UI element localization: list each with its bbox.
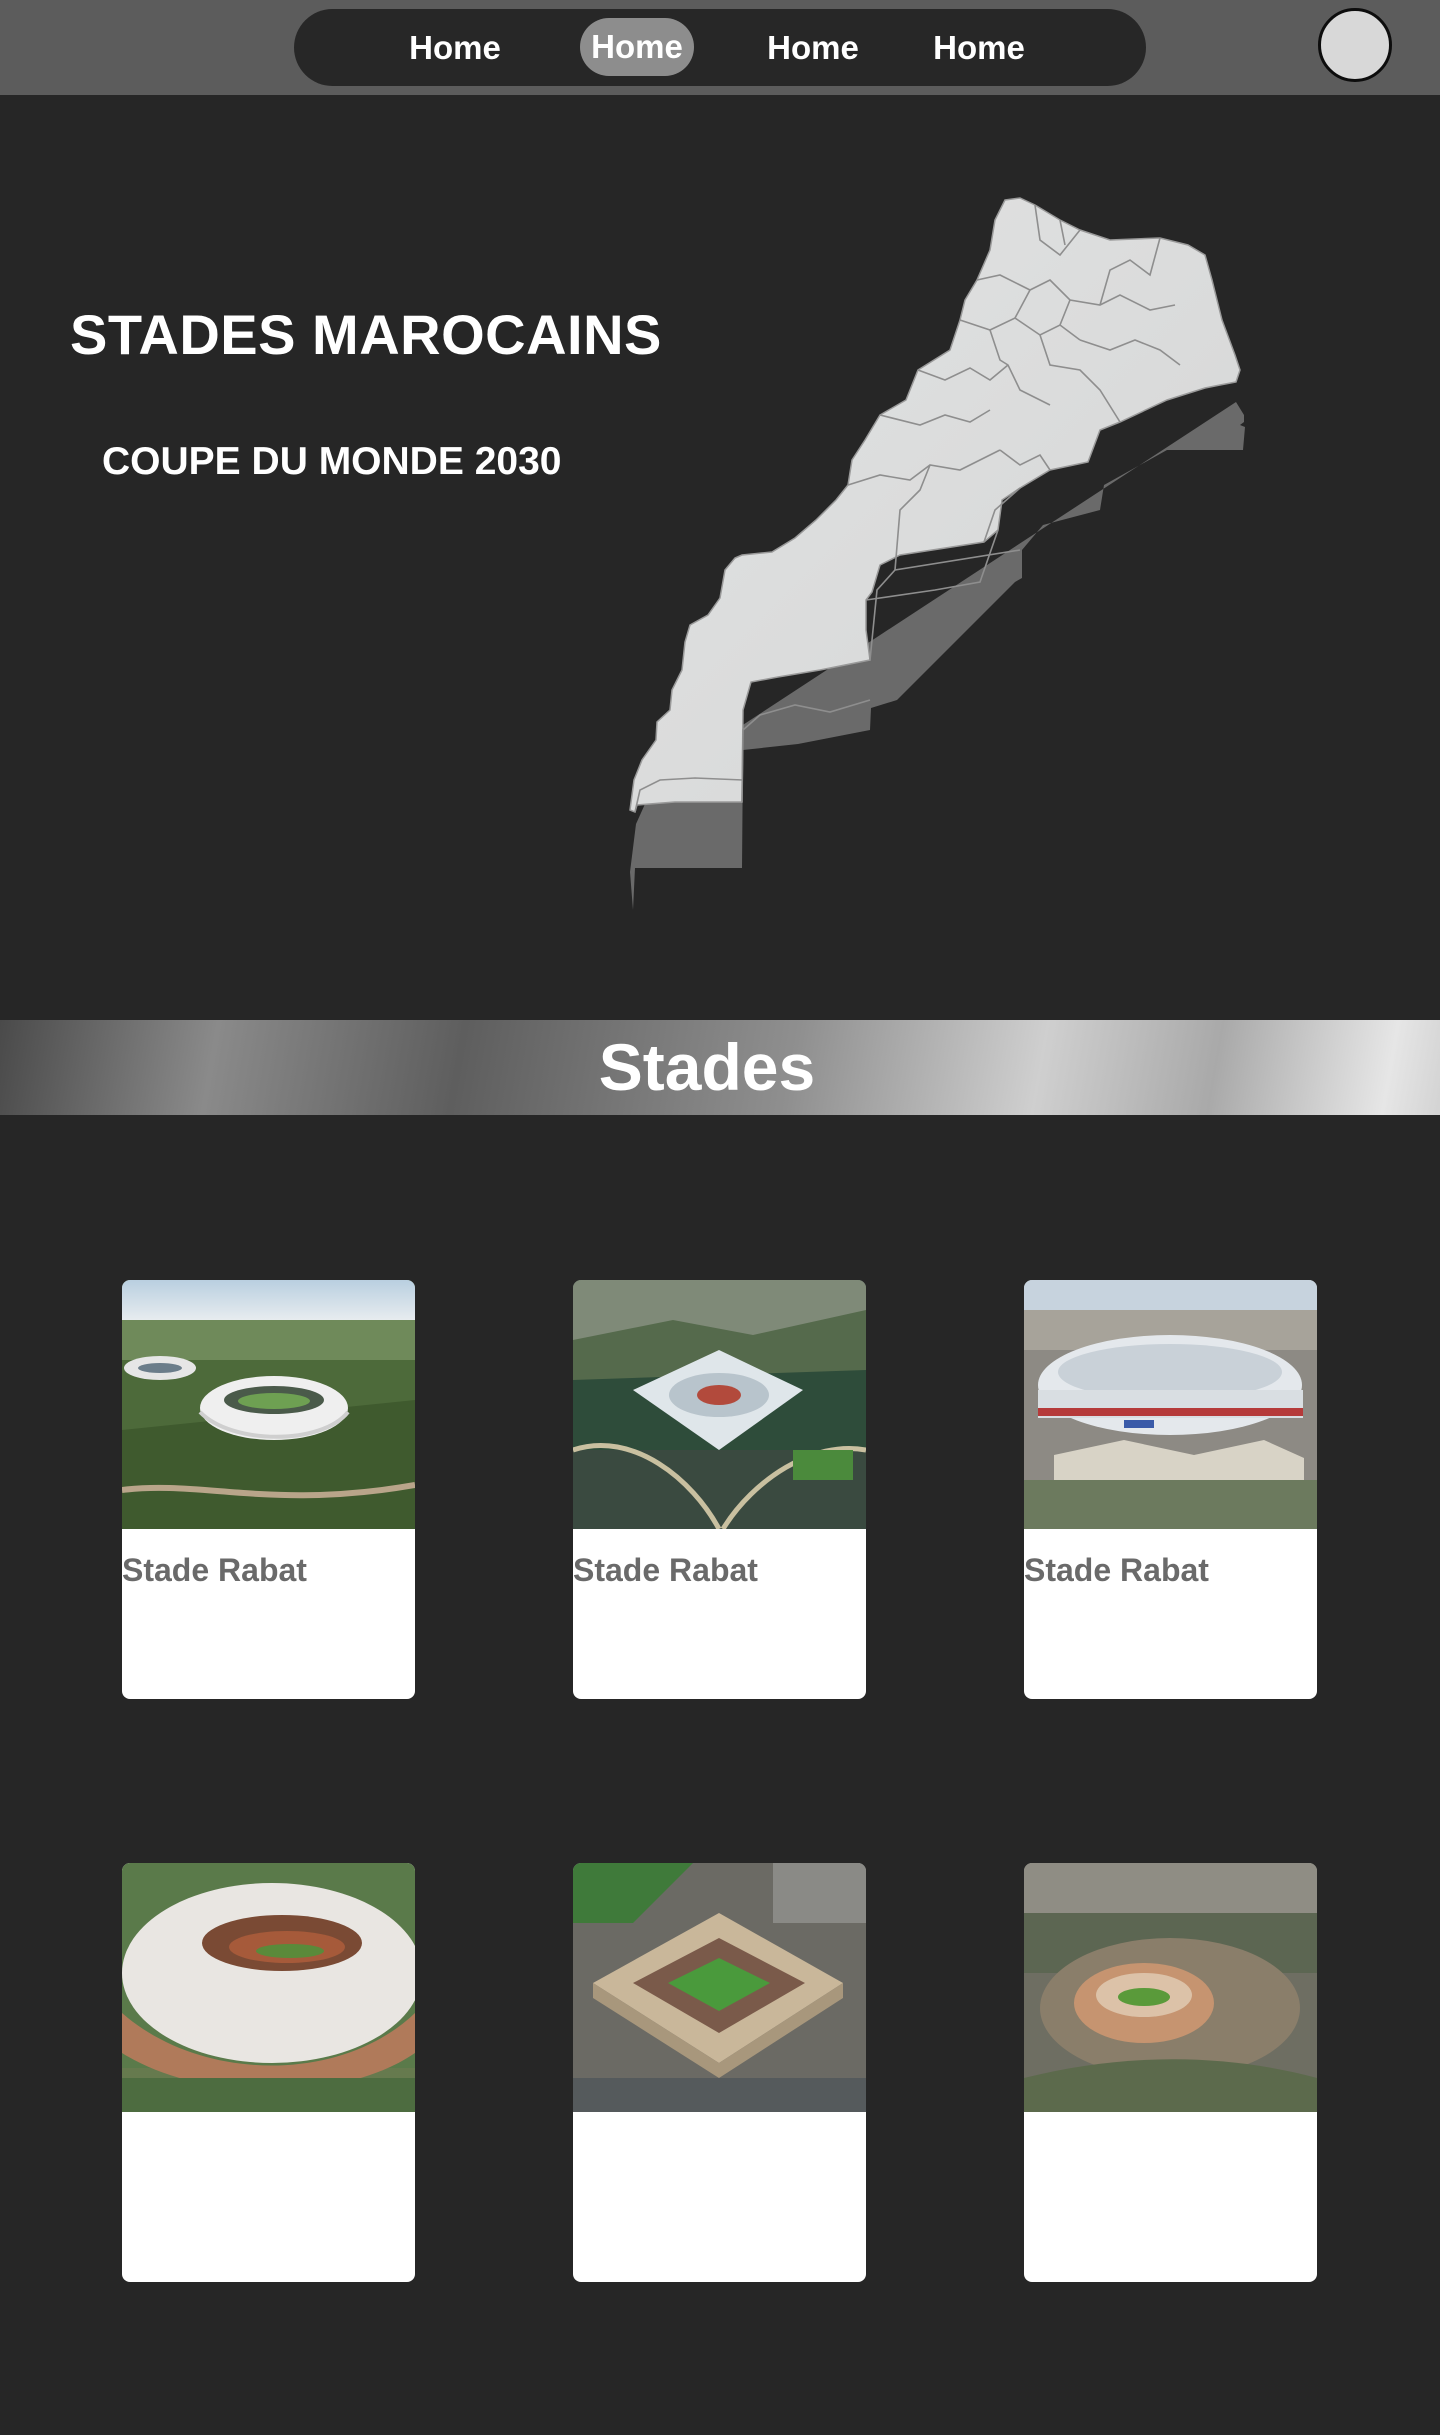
section-title: Stades [598, 1030, 816, 1104]
section-banner: Stades [0, 1020, 1440, 1115]
stadium-name: Stade Rabat [122, 1552, 307, 1588]
stadium-card[interactable] [122, 1863, 415, 2282]
stadium-name: Stade Rabat [573, 1552, 758, 1588]
stadium-photo [1024, 1863, 1317, 2112]
stadium-photo [1024, 1280, 1317, 1529]
stadium-photo [122, 1863, 415, 2112]
nav-bar: Home Home Home Home [294, 9, 1146, 86]
top-bar: Home Home Home Home [0, 0, 1440, 95]
stadium-card[interactable]: Stade Rabat [1024, 1280, 1317, 1699]
stadium-card[interactable]: Stade Rabat [122, 1280, 415, 1699]
nav-item-home-4[interactable]: Home [924, 9, 1034, 86]
stadium-card[interactable]: Stade Rabat [573, 1280, 866, 1699]
avatar[interactable] [1318, 8, 1392, 82]
stadium-photo [573, 1280, 866, 1529]
stadium-card[interactable] [573, 1863, 866, 2282]
stadium-photo [573, 1863, 866, 2112]
stadium-photo [122, 1280, 415, 1529]
stadium-card[interactable] [1024, 1863, 1317, 2282]
nav-item-home-1[interactable]: Home [400, 9, 510, 86]
stadium-name: Stade Rabat [1024, 1552, 1209, 1588]
nav-item-home-2-active[interactable]: Home [580, 18, 694, 76]
nav-item-home-3[interactable]: Home [758, 9, 868, 86]
morocco-map-icon [460, 190, 1260, 940]
